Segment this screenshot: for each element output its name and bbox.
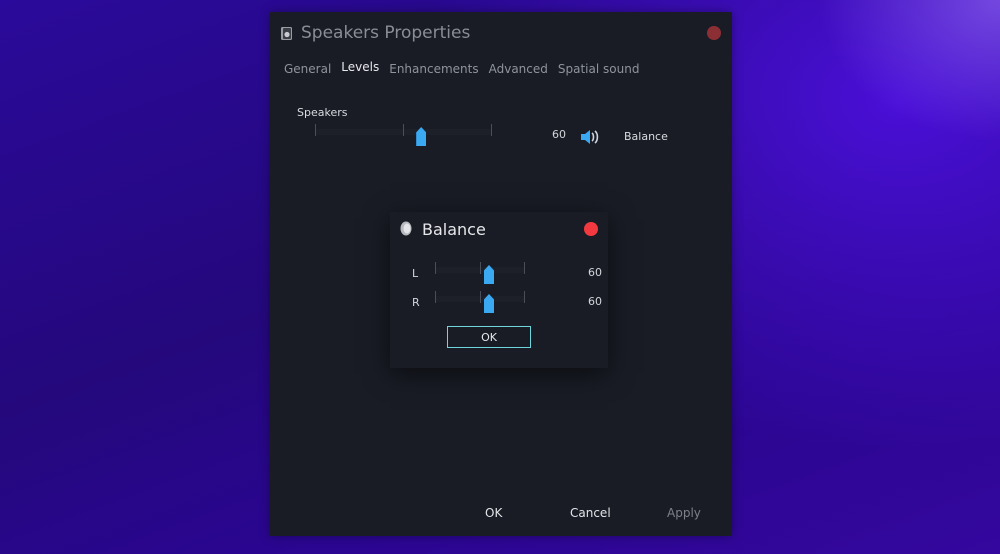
right-channel-value: 60 (588, 295, 602, 308)
left-channel-label: L (412, 267, 419, 280)
speakers-label: Speakers (297, 106, 348, 119)
slider-tick (480, 262, 481, 274)
balance-dialog: Balance L 60 R 60 OK (390, 212, 608, 368)
close-icon[interactable] (584, 222, 598, 236)
slider-tick (524, 291, 525, 303)
ok-button[interactable]: OK (485, 506, 502, 520)
right-channel-slider[interactable] (435, 291, 525, 313)
dialog-title: Balance (422, 220, 486, 239)
tab-spatial-sound[interactable]: Spatial sound (558, 62, 640, 76)
speaker-icon (400, 221, 412, 236)
slider-tick (491, 124, 492, 136)
slider-tick (403, 124, 404, 136)
tab-levels[interactable]: Levels (341, 60, 379, 74)
tab-general[interactable]: General (284, 62, 331, 76)
window-title: Speakers Properties (301, 23, 471, 43)
cancel-button[interactable]: Cancel (570, 506, 611, 520)
slider-tick (435, 291, 436, 303)
slider-tick (315, 124, 316, 136)
slider-tick (435, 262, 436, 274)
speaker-device-icon (281, 27, 292, 40)
slider-tick (524, 262, 525, 274)
apply-button[interactable]: Apply (667, 506, 701, 520)
dialog-ok-button[interactable]: OK (447, 326, 531, 348)
volume-value: 60 (552, 128, 566, 141)
tab-enhancements[interactable]: Enhancements (389, 62, 478, 76)
tab-bar: General Levels Enhancements Advanced Spa… (284, 60, 649, 76)
tab-advanced[interactable]: Advanced (489, 62, 548, 76)
left-channel-value: 60 (588, 266, 602, 279)
volume-slider[interactable] (315, 124, 492, 146)
right-channel-label: R (412, 296, 420, 309)
close-icon[interactable] (707, 26, 721, 40)
left-channel-slider[interactable] (435, 262, 525, 284)
speaker-volume-icon[interactable] (580, 129, 600, 145)
slider-tick (480, 291, 481, 303)
balance-button[interactable]: Balance (624, 130, 668, 143)
